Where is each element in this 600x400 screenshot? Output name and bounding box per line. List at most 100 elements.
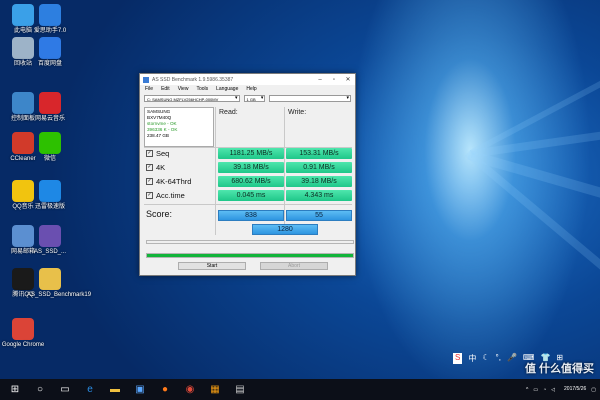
thunder-icon [39, 180, 61, 202]
desktop-shortcut-label: 微信 [43, 156, 56, 162]
microphone-icon[interactable]: 🎤 [507, 353, 517, 364]
minimize-icon[interactable]: – [313, 77, 327, 83]
as-ssd-window: AS SSD Benchmark 1.9.5986.35387 – ▫ ✕ Fi… [139, 73, 356, 276]
row-checkbox[interactable]: ✓ [146, 150, 153, 157]
write-result: 39.18 MB/s [286, 176, 352, 187]
edge-icon[interactable]: e [81, 381, 99, 399]
desktop-shortcut[interactable]: AS_SSD_... [27, 225, 73, 256]
drive-capacity: 238.47 GB [147, 133, 169, 138]
desktop-shortcut-label: AS_SSD_... [33, 249, 66, 255]
score-label: Score: [146, 209, 173, 219]
extra-field[interactable] [269, 95, 351, 102]
row-label[interactable]: ✓ Acc.time [146, 191, 185, 200]
as-ssd-icon [39, 225, 61, 247]
desktop-shortcut-label: Google Chrome [1, 342, 45, 348]
close-icon[interactable]: ✕ [341, 76, 355, 83]
menu-bar: File Edit View Tools Language Help [140, 85, 355, 93]
drive-info-panel: SAMSUNG BXV7M40Q stornvme - OK 396336 K … [144, 107, 214, 147]
app-icon [143, 76, 149, 83]
row-label[interactable]: ✓ 4K [146, 163, 165, 172]
size-select[interactable]: 1 GB [243, 95, 266, 102]
row-checkbox[interactable]: ✓ [146, 178, 153, 185]
task-view-icon[interactable]: ▭ [56, 381, 74, 399]
drive-select[interactable]: C: SAMSUNG MZFLV256HCHP-000MV [144, 95, 240, 102]
chrome-icon [12, 318, 34, 340]
battery-icon[interactable]: ▭ [533, 387, 538, 393]
file-explorer-icon[interactable]: ▬ [106, 381, 124, 399]
firefox-icon[interactable]: ● [156, 381, 174, 399]
read-result: 1181.25 MB/s [218, 148, 284, 159]
i4-assistant-icon [39, 4, 61, 26]
taskbar: ⊞ ○ ▭ e ▬ ▣ ● ◉ ▦ ▤ ^ ▭ ◔ ◁ 2017/5/26 ▢ [0, 379, 600, 400]
abort-button[interactable]: Abort [260, 262, 328, 270]
clock[interactable]: 2017/5/26 [564, 386, 586, 393]
ime-mode-icon[interactable]: 中 [468, 353, 476, 364]
clock-date: 2017/5/26 [564, 386, 587, 392]
sogou-ime-icon[interactable]: S [453, 353, 463, 364]
chrome-taskbar-icon[interactable]: ◉ [181, 381, 199, 399]
maximize-icon[interactable]: ▫ [327, 77, 341, 83]
network-icon[interactable]: ◔ [543, 387, 546, 393]
window-title: AS SSD Benchmark 1.9.5986.35387 [152, 76, 234, 83]
row-label-text: Acc.time [156, 191, 185, 200]
row-checkbox[interactable]: ✓ [146, 192, 153, 199]
menu-tools[interactable]: Tools [196, 86, 208, 92]
as-ssd-taskbar-icon[interactable]: ▤ [231, 381, 249, 399]
row-label[interactable]: ✓ Seq [146, 149, 169, 158]
watermark: 值 什么值得买 [524, 363, 594, 375]
row-label-text: 4K [156, 163, 166, 172]
read-result: 0.045 ms [218, 190, 284, 201]
read-header: Read: [219, 109, 238, 116]
windows-start-icon[interactable]: ⊞ [6, 381, 24, 399]
app-taskbar-icon[interactable]: ▦ [206, 381, 224, 399]
menu-help[interactable]: Help [246, 86, 256, 92]
desktop-shortcut-label: 网易云音乐 [34, 116, 65, 122]
menu-edit[interactable]: Edit [161, 86, 170, 92]
tray-up-icon[interactable]: ^ [526, 387, 528, 393]
desktop-shortcut[interactable]: AS_SSD_Benchmark19 [27, 268, 92, 299]
desktop-shortcut[interactable]: 迅雷极速版 [27, 180, 73, 211]
wechat-icon [39, 132, 61, 154]
start-button[interactable]: Start [178, 262, 246, 270]
desktop-shortcut[interactable]: 微信 [27, 132, 73, 163]
menu-language[interactable]: Language [216, 86, 238, 92]
score-read: 838 [218, 210, 284, 221]
desktop-shortcut-label: 爱思助手7.0 [33, 28, 67, 34]
row-label[interactable]: ✓ 4K-64Thrd [146, 177, 191, 186]
title-bar[interactable]: AS SSD Benchmark 1.9.5986.35387 – ▫ ✕ [140, 74, 355, 85]
write-header: Write: [288, 109, 307, 116]
system-tray: ^ ▭ ◔ ◁ 2017/5/26 ▢ [526, 379, 596, 400]
desktop-shortcut-label: AS_SSD_Benchmark19 [27, 292, 92, 298]
score-write: 55 [286, 210, 352, 221]
store-icon[interactable]: ▣ [131, 381, 149, 399]
score-total: 1280 [252, 224, 318, 235]
desktop-shortcut[interactable]: 网易云音乐 [27, 92, 73, 123]
write-result: 153.31 MB/s [286, 148, 352, 159]
desktop-shortcut[interactable]: 爱思助手7.0 [27, 4, 73, 35]
baidu-netdisk-icon [39, 37, 61, 59]
desktop-shortcut-label: 迅雷极速版 [34, 204, 65, 210]
notification-icon[interactable]: ▢ [591, 387, 596, 393]
read-result: 39.18 MB/s [218, 162, 284, 173]
progress-bar [146, 253, 354, 258]
desktop-shortcut-label: 百度网盘 [37, 61, 62, 67]
secondary-bar [146, 240, 354, 244]
search-icon[interactable]: ○ [31, 381, 49, 399]
zip-file-icon [39, 268, 61, 290]
menu-file[interactable]: File [145, 86, 153, 92]
desktop-shortcut[interactable]: Google Chrome [0, 318, 46, 349]
volume-icon[interactable]: ◁ [551, 387, 555, 393]
read-result: 680.62 MB/s [218, 176, 284, 187]
netease-music-icon [39, 92, 61, 114]
write-result: 0.91 MB/s [286, 162, 352, 173]
progress-fill [147, 254, 353, 257]
toolbar: C: SAMSUNG MZFLV256HCHP-000MV 1 GB [140, 93, 355, 104]
row-checkbox[interactable]: ✓ [146, 164, 153, 171]
moon-icon[interactable]: ☾ [482, 353, 489, 364]
desktop-shortcut[interactable]: 百度网盘 [27, 37, 73, 68]
write-result: 4.343 ms [286, 190, 352, 201]
row-label-text: 4K-64Thrd [156, 177, 192, 186]
punctuation-icon[interactable]: °, [496, 353, 501, 364]
row-label-text: Seq [156, 149, 170, 158]
menu-view[interactable]: View [178, 86, 189, 92]
